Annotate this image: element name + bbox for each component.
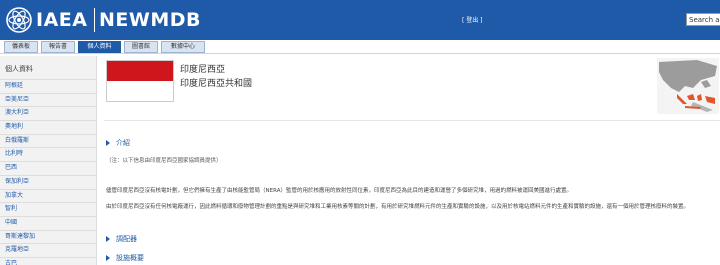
intro-title: 介紹 <box>116 139 130 147</box>
brand-newmdb[interactable]: NEWMDB <box>99 9 201 31</box>
tab-reports[interactable]: 報告書 <box>41 41 75 53</box>
brand-iaea[interactable]: IAEA <box>36 9 87 31</box>
country-short-name: 印度尼西亞 <box>180 65 226 75</box>
triangle-right-icon <box>106 255 110 261</box>
flag-white-stripe <box>107 81 173 101</box>
intro-paragraph-1: 儘管印度尼西亞沒有核電計劃，但它們擁有生產了由核能監管局（NERA）監管的用於核… <box>106 188 572 194</box>
main-content: 印度尼西亞 印度尼西亞共和國 介紹 （注：以下信息由印度尼西亞國家協調員提供） … <box>104 56 720 265</box>
logout-link[interactable]: [ 登出 ] <box>462 15 483 24</box>
tab-dashboard[interactable]: 儀表板 <box>4 41 38 53</box>
sidebar-item-canada[interactable]: 加拿大 <box>0 188 97 203</box>
sidebar-item-belarus[interactable]: 白俄羅斯 <box>0 133 97 148</box>
locator-map-icon <box>657 58 719 114</box>
tab-profiles[interactable]: 個人資料 <box>78 41 121 53</box>
brand-divider <box>94 8 95 32</box>
triangle-right-icon <box>106 140 110 146</box>
sidebar-country-list: 阿根廷 亞美尼亞 澳大利亞 奧地利 白俄羅斯 比利時 巴西 保加利亞 加拿大 智… <box>0 79 97 265</box>
intro-note: （注：以下信息由印度尼西亞國家協調員提供） <box>106 158 222 164</box>
country-long-name: 印度尼西亞共和國 <box>180 79 253 89</box>
sidebar-item-costa-rica[interactable]: 哥斯達黎加 <box>0 229 97 244</box>
header-bar: IAEA NEWMDB [ 登出 ] <box>0 0 720 40</box>
tab-data-center[interactable]: 數據中心 <box>161 41 205 53</box>
triangle-right-icon <box>106 236 110 242</box>
sidebar-item-armenia[interactable]: 亞美尼亞 <box>0 92 97 107</box>
search-input[interactable] <box>686 13 720 26</box>
sidebar-item-belgium[interactable]: 比利時 <box>0 147 97 161</box>
flag-red-stripe <box>107 61 173 81</box>
reactor-title: 調配器 <box>116 235 137 243</box>
intro-paragraph-2: 由於印度尼西亞沒有任何核電廠運行，因此燃料循環和廢物管理計劃的重點是與研究堆和工… <box>106 204 690 210</box>
sidebar-title: 個人資料 <box>5 65 33 73</box>
tab-library[interactable]: 圖書館 <box>124 41 158 53</box>
sidebar-item-brazil[interactable]: 巴西 <box>0 161 97 175</box>
iaea-logo-icon[interactable] <box>6 7 32 33</box>
sidebar-item-bulgaria[interactable]: 保加利亞 <box>0 174 97 189</box>
indonesia-flag <box>106 60 174 102</box>
sidebar-item-argentina[interactable]: 阿根廷 <box>0 79 97 93</box>
facility-title: 設施概要 <box>116 254 144 262</box>
sidebar: 個人資料 阿根廷 亞美尼亞 澳大利亞 奧地利 白俄羅斯 比利時 巴西 保加利亞 … <box>0 56 97 265</box>
intro-section-header[interactable]: 介紹 <box>106 138 130 148</box>
facility-section-header[interactable]: 設施概要 <box>106 253 144 263</box>
main-nav: 儀表板 報告書 個人資料 圖書館 數據中心 <box>0 40 720 54</box>
sidebar-item-china[interactable]: 中國 <box>0 215 97 230</box>
header-divider <box>104 120 720 121</box>
sidebar-item-croatia[interactable]: 克羅地亞 <box>0 243 97 257</box>
sidebar-item-cuba[interactable]: 古巴 <box>0 256 97 265</box>
reactor-section-header[interactable]: 調配器 <box>106 234 137 244</box>
sidebar-item-australia[interactable]: 澳大利亞 <box>0 106 97 120</box>
sidebar-item-austria[interactable]: 奧地利 <box>0 120 97 134</box>
sidebar-item-chile[interactable]: 智利 <box>0 202 97 216</box>
